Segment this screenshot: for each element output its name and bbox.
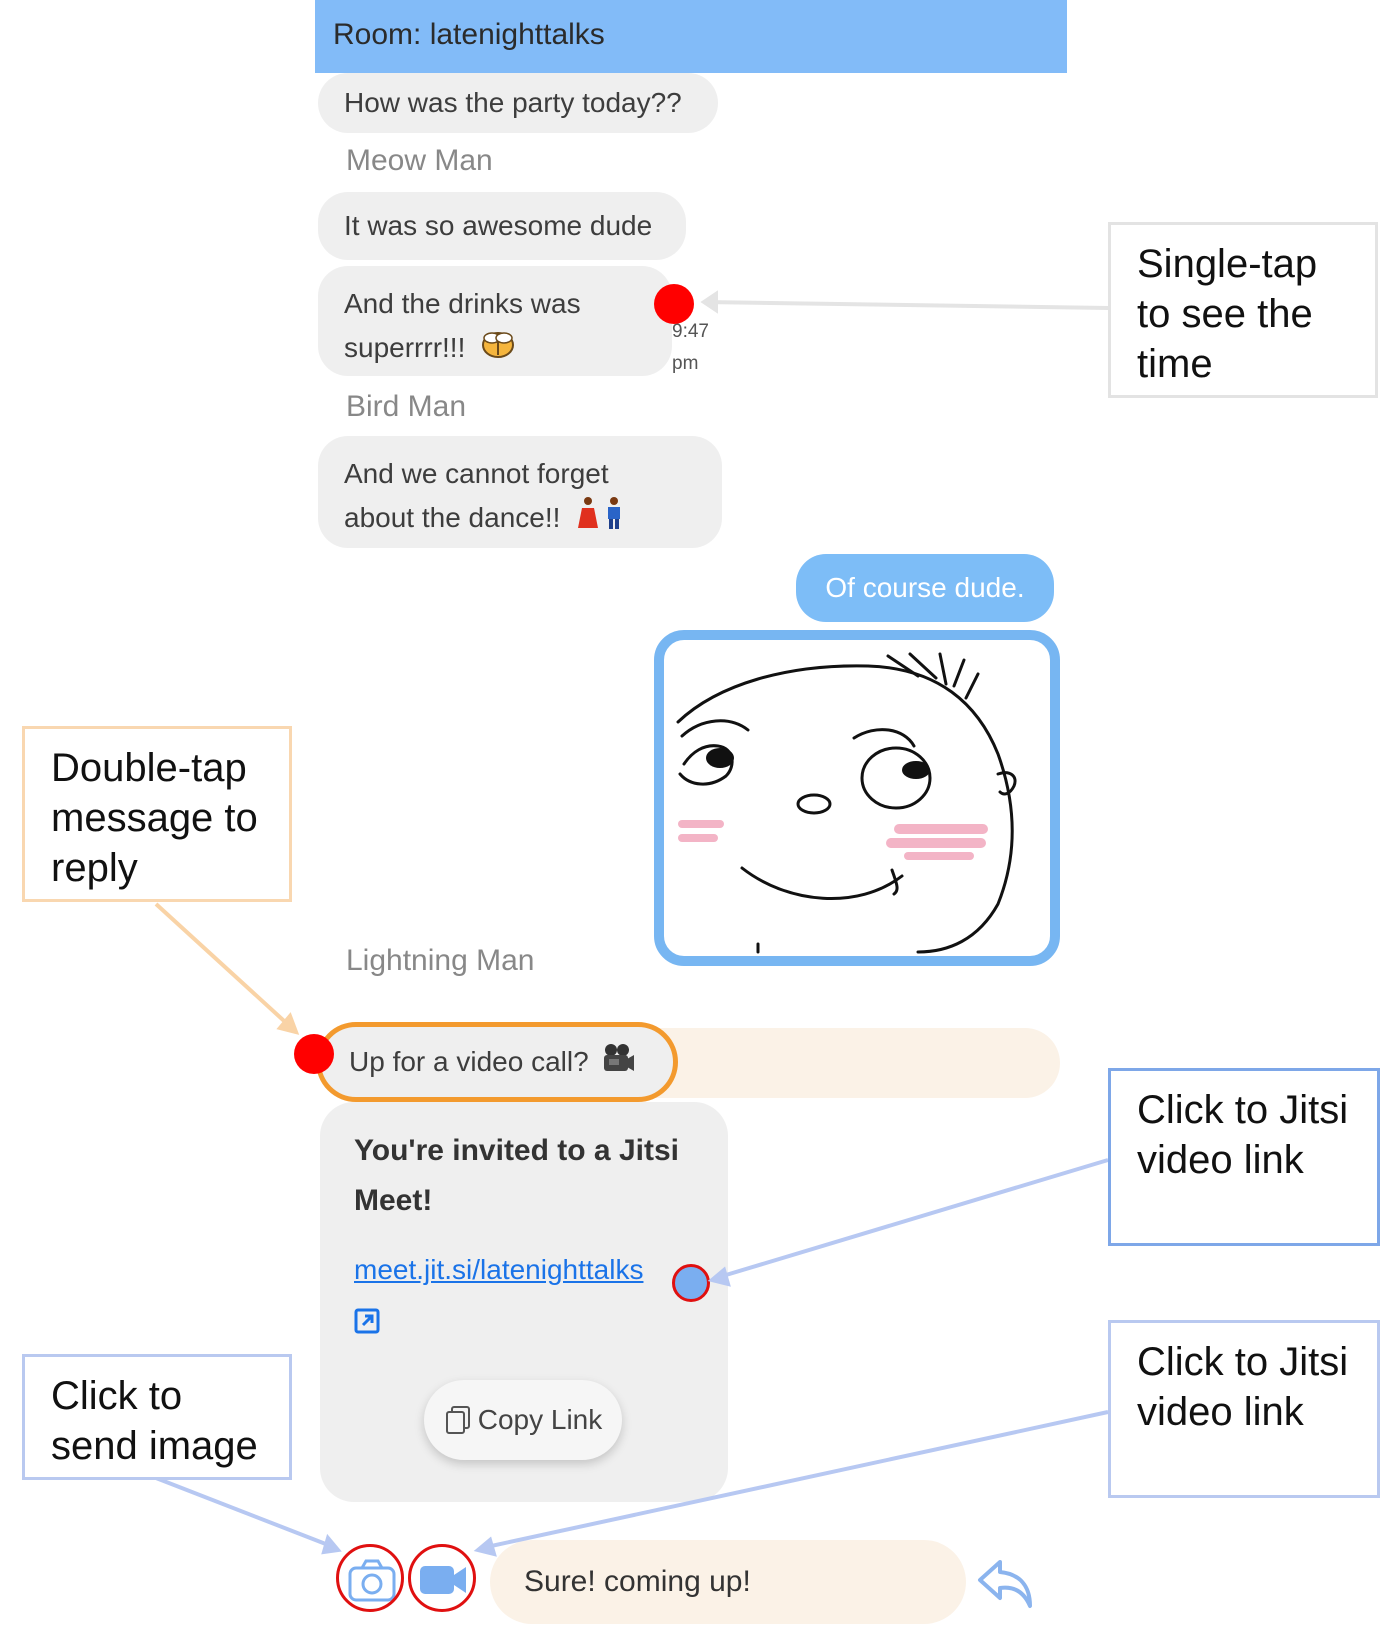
arrow-video-call bbox=[481, 1410, 1109, 1550]
annotation-video-call: Click to Jitsi video link bbox=[1108, 1320, 1380, 1498]
arrow-send-image bbox=[155, 1476, 337, 1550]
annotation-single-tap: Single-tap to see the time bbox=[1108, 222, 1378, 398]
arrow-jitsi-link bbox=[715, 1158, 1109, 1280]
annotation-double-tap: Double-tap message to reply bbox=[22, 726, 292, 902]
arrow-head bbox=[707, 1266, 731, 1287]
arrow-head bbox=[321, 1533, 342, 1555]
annotation-jitsi-link: Click to Jitsi video link bbox=[1108, 1068, 1380, 1246]
annotation-send-image: Click to send image bbox=[22, 1354, 292, 1480]
arrow-single-tap bbox=[703, 300, 1109, 310]
arrow-head bbox=[700, 290, 718, 314]
arrow-head bbox=[473, 1536, 497, 1557]
arrow-double-tap bbox=[154, 902, 296, 1032]
